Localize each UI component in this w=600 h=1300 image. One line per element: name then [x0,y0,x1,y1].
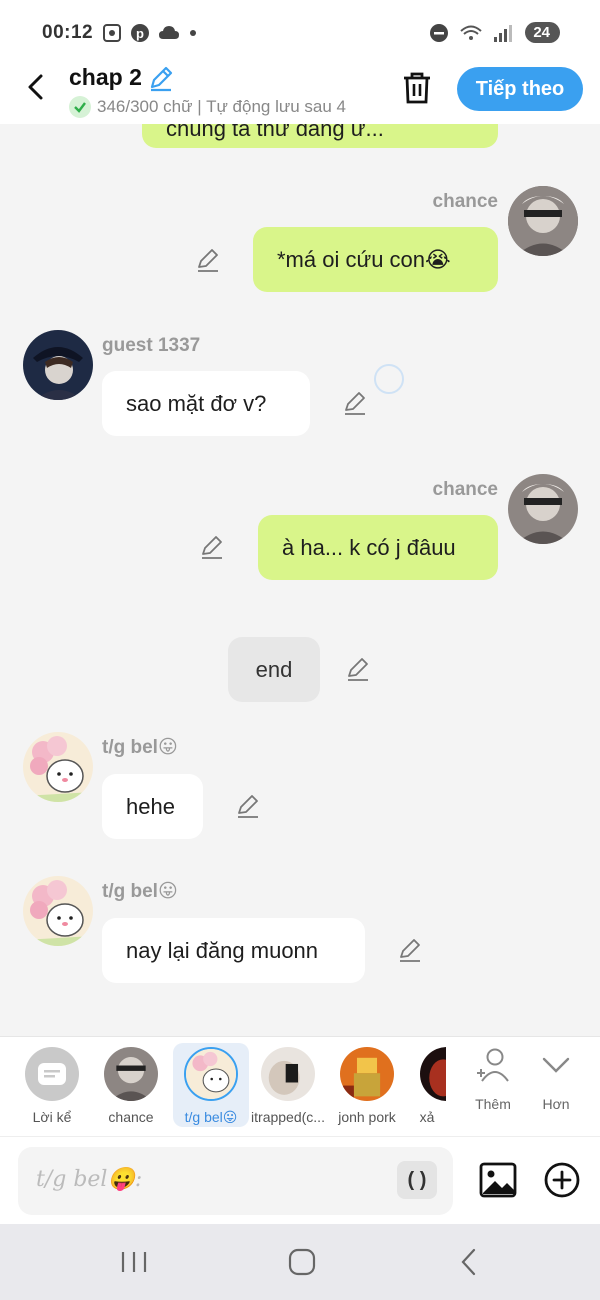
more-button[interactable]: Hơn [526,1047,586,1112]
more-label: Hơn [542,1096,570,1112]
narration-bubble[interactable]: end [228,637,320,702]
message-bubble[interactable]: hehe [102,774,203,839]
message-bubble[interactable]: *má oi cứu con😭 [253,227,498,292]
wifi-icon [460,25,482,40]
message-text: chúng ta thử đăng ư... [166,124,384,141]
home-icon[interactable] [282,1246,322,1278]
character-avatar [340,1047,394,1101]
status-icons-left: p [102,23,198,43]
character-selector: Lời kể chance t/g bel😛 itrapped(c... jon… [0,1036,600,1136]
character-avatar [104,1047,158,1101]
character-label: Lời kể [32,1109,72,1125]
input-placeholder: t/g bel😛: [36,1167,143,1192]
narrator-icon [25,1047,79,1101]
message-text: hehe [126,793,175,819]
edit-title-icon[interactable] [147,64,175,92]
back-nav-icon[interactable] [450,1246,490,1278]
character-label: xả [419,1109,435,1125]
status-icons-right: 24 [429,22,560,43]
edit-message-icon[interactable] [195,247,221,273]
chat-area: chúng ta thử đăng ư... chance *má oi cứu… [0,124,600,1036]
screenshot-icon [103,24,121,42]
edit-message-icon[interactable] [397,937,423,963]
message-text: end [255,656,293,682]
cloud-icon [159,26,179,39]
character-narrator[interactable]: Lời kể [14,1043,90,1127]
save-status-text: 346/300 chữ | Tự động lưu sau 4 [97,97,347,116]
sender-name: chance [432,191,498,212]
back-icon[interactable] [22,72,52,102]
next-button[interactable]: Tiếp theo [457,67,583,111]
character-label: jonh pork [338,1109,396,1125]
chapter-title[interactable]: chap 2 [69,64,142,91]
message-input[interactable]: t/g bel😛: ( ) [18,1147,453,1215]
edit-message-icon[interactable] [199,534,225,560]
character-avatar [261,1047,315,1101]
character-itrapped[interactable]: itrapped(c... [250,1043,326,1127]
character-xa[interactable]: xả [408,1043,446,1127]
add-circle-icon[interactable] [543,1161,581,1199]
avatar-chance[interactable] [508,186,578,256]
character-label: t/g bel😛 [184,1109,238,1125]
loading-spinner [374,364,404,394]
sender-name: t/g bel😛 [102,737,178,758]
system-nav-bar [0,1224,600,1300]
edit-message-icon[interactable] [345,656,371,682]
header: chap 2 346/300 chữ | Tự động lưu sau 4 T… [0,62,600,124]
message-text: nay lại đăng muonn [126,937,319,963]
avatar-guest-1337[interactable] [23,330,93,400]
character-avatar [184,1047,238,1101]
character-label: chance [108,1109,154,1125]
add-character-label: Thêm [475,1096,511,1112]
message-bubble[interactable]: nay lại đăng muonn [102,918,365,983]
sender-name: chance [432,479,498,500]
character-label: itrapped(c... [251,1109,325,1125]
message-bubble[interactable]: à ha... k có j đâuu [258,515,498,580]
avatar-tg-bel[interactable] [23,732,93,802]
sender-name: t/g bel😛 [102,881,178,902]
battery-indicator: 24 [525,22,560,43]
message-text: *má oi cứu con😭 [277,246,451,272]
message-bubble[interactable]: sao mặt đơ v? [102,371,310,436]
edit-message-icon[interactable] [235,793,261,819]
status-bar: 00:12 p 24 [0,0,600,62]
pinterest-icon: p [131,24,149,42]
check-icon [69,96,91,118]
character-tg-bel[interactable]: t/g bel😛 [173,1043,249,1127]
dnd-icon [430,23,449,42]
status-time: 00:12 [42,22,94,43]
recent-apps-icon[interactable] [114,1246,154,1278]
trash-icon[interactable] [400,70,434,106]
character-jonh-pork[interactable]: jonh pork [329,1043,405,1127]
character-chance[interactable]: chance [93,1043,169,1127]
sender-name: guest 1337 [102,335,201,356]
dot-icon [190,30,196,36]
character-avatar [420,1047,446,1101]
add-character-button[interactable]: Thêm [463,1047,523,1112]
input-area: t/g bel😛: ( ) [0,1136,600,1224]
svg-text:p: p [136,26,144,41]
edit-message-icon[interactable] [342,390,368,416]
avatar-chance[interactable] [508,474,578,544]
message-text: sao mặt đơ v? [126,390,267,416]
message-bubble[interactable]: chúng ta thử đăng ư... [142,124,498,148]
avatar-tg-bel[interactable] [23,876,93,946]
image-icon[interactable] [478,1161,518,1199]
signal-icon [494,24,513,42]
save-status: 346/300 chữ | Tự động lưu sau 4 [69,96,346,118]
add-person-icon [477,1048,509,1082]
action-paren-button[interactable]: ( ) [397,1161,437,1199]
chevron-down-icon [542,1057,570,1073]
message-text: à ha... k có j đâuu [282,534,456,560]
